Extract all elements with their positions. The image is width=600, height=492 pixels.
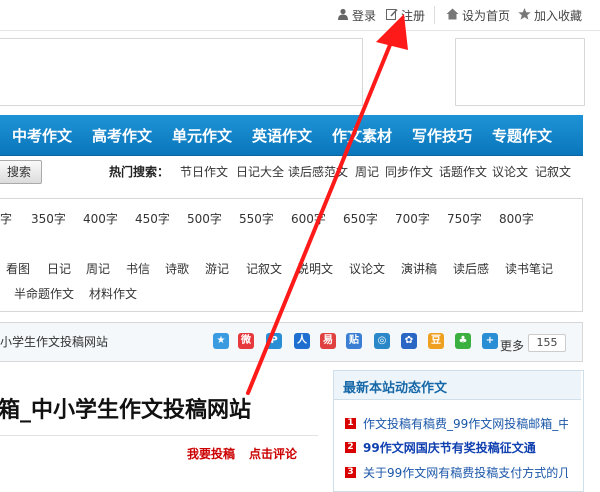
annotation-arrow [246, 14, 408, 395]
